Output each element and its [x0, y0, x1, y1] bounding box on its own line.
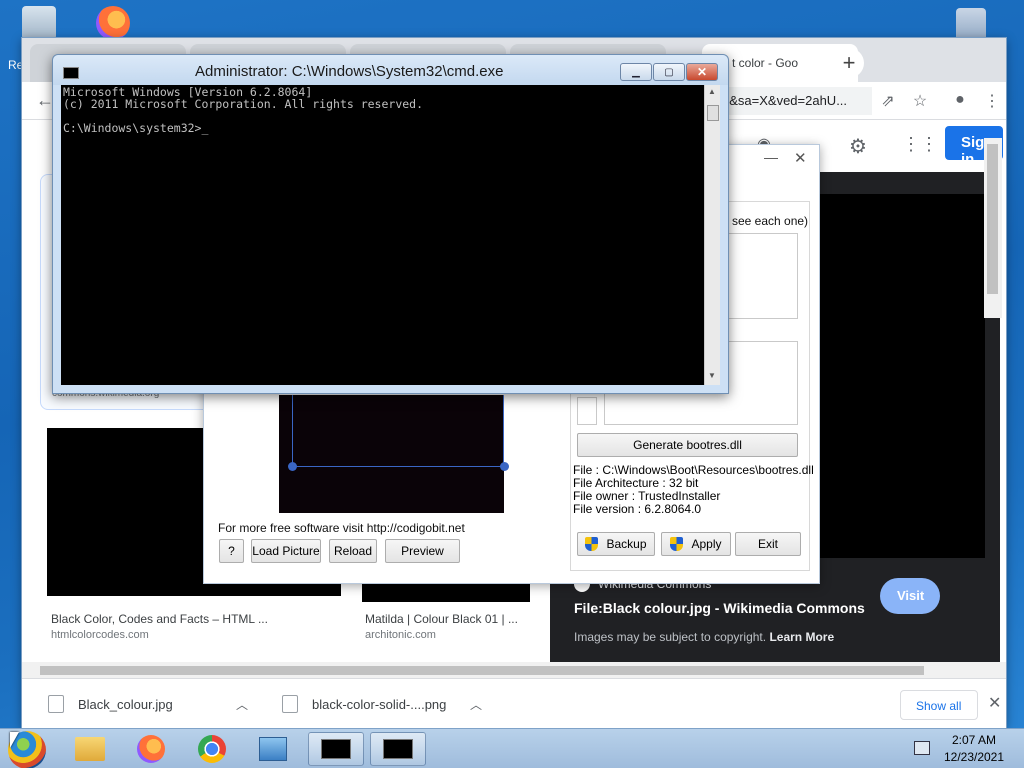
preview-title[interactable]: File:Black colour.jpg - Wikimedia Common…: [574, 600, 865, 616]
firefox-icon: [137, 735, 165, 763]
uac-shield-icon: [585, 537, 599, 551]
vertical-scroll-thumb[interactable]: [987, 144, 998, 294]
learn-more-link[interactable]: Learn More: [769, 630, 834, 644]
free-software-text: For more free software visit http://codi…: [218, 521, 465, 535]
control-panel-icon: [259, 737, 287, 761]
clock-time: 2:07 AM: [951, 733, 997, 747]
minimize-button[interactable]: ▁: [620, 63, 652, 81]
file-owner-text: File owner : TrustedInstaller: [573, 489, 721, 503]
result-site: htmlcolorcodes.com: [51, 629, 149, 641]
close-icon[interactable]: ✕: [794, 149, 807, 167]
desktop-file-icon[interactable]: [956, 8, 986, 42]
mouse-cursor-icon: [10, 732, 19, 748]
chevron-up-icon[interactable]: ︿: [236, 696, 248, 713]
apply-label: Apply: [691, 537, 722, 551]
scroll-up-icon[interactable]: ▲: [708, 87, 716, 96]
taskbar-firefox[interactable]: [123, 732, 179, 766]
firefox-desktop-icon[interactable]: [96, 6, 130, 40]
download-name: black-color-solid-....png: [312, 696, 447, 712]
file-version-text: File version : 6.2.8064.0: [573, 502, 702, 516]
download-bar: Black_colour.jpg ︿ black-color-solid-...…: [22, 678, 1006, 728]
horizontal-scroll-thumb[interactable]: [40, 666, 924, 675]
file-architecture-text: File Architecture : 32 bit: [573, 476, 699, 490]
selection-handle[interactable]: [500, 462, 509, 471]
scroll-down-icon[interactable]: ▼: [708, 371, 716, 380]
copyright-text: Images may be subject to copyright.: [574, 630, 767, 644]
app-window-icon: [321, 739, 351, 759]
cmd-window-title: Administrator: C:\Windows\System32\cmd.e…: [195, 63, 504, 80]
cmd-titlebar[interactable]: Administrator: C:\Windows\System32\cmd.e…: [53, 55, 728, 85]
cmd-window: Administrator: C:\Windows\System32\cmd.e…: [52, 54, 729, 394]
file-icon: [282, 695, 298, 713]
console-scroll-thumb[interactable]: [707, 105, 719, 121]
horizontal-scrollbar[interactable]: [22, 662, 1006, 678]
small-box[interactable]: [577, 397, 597, 425]
tab-active-title: t color - Goo: [732, 56, 799, 70]
result-title[interactable]: Black Color, Codes and Facts – HTML ...: [51, 612, 268, 626]
menu-dots-icon[interactable]: ⋮: [982, 91, 1002, 111]
taskbar-bootres-app[interactable]: [308, 732, 364, 766]
apply-button[interactable]: Apply: [661, 532, 731, 556]
console-text: Microsoft Windows [Version 6.2.8064] (c)…: [63, 85, 424, 135]
uac-shield-icon: [670, 537, 684, 551]
result-title[interactable]: Matilda | Colour Black 01 | ...: [365, 612, 518, 626]
address-bar[interactable]: n&sa=X&ved=2ahU...: [712, 87, 872, 115]
download-name: Black_colour.jpg: [78, 696, 173, 712]
taskbar: 2:07 AM 12/23/2021: [0, 728, 1024, 768]
maximize-button[interactable]: ▢: [653, 63, 685, 81]
copyright-notice: Images may be subject to copyright. Lear…: [574, 630, 834, 644]
file-path-text: File : C:\Windows\Boot\Resources\bootres…: [573, 463, 814, 477]
cmd-taskbar-icon: [383, 739, 413, 759]
selection-handle[interactable]: [288, 462, 297, 471]
show-all-button[interactable]: Show all: [900, 690, 978, 720]
cmd-icon: [63, 67, 79, 79]
recycle-bin-icon[interactable]: [22, 6, 56, 40]
load-picture-button[interactable]: Load Picture: [251, 539, 321, 563]
download-item[interactable]: black-color-solid-....png ︿: [282, 679, 482, 729]
taskbar-explorer[interactable]: [62, 732, 118, 766]
hint-text: see each one): [732, 214, 809, 228]
apps-grid-icon[interactable]: ⋮⋮: [902, 134, 938, 155]
console-output[interactable]: Microsoft Windows [Version 6.2.8064] (c)…: [61, 85, 704, 385]
taskbar-cmd[interactable]: [370, 732, 426, 766]
vertical-scrollbar[interactable]: [984, 138, 1002, 318]
backup-label: Backup: [606, 537, 647, 551]
minimize-icon[interactable]: —: [764, 149, 778, 165]
image-file-icon: [48, 695, 64, 713]
close-button[interactable]: ✕: [686, 63, 718, 81]
folder-icon: [75, 737, 105, 761]
help-button[interactable]: ?: [219, 539, 244, 563]
settings-gear-icon[interactable]: ⚙: [848, 134, 868, 159]
reload-button[interactable]: Reload: [329, 539, 377, 563]
share-icon[interactable]: ⇗: [878, 91, 898, 111]
download-item[interactable]: Black_colour.jpg ︿: [48, 679, 248, 729]
result-site: architonic.com: [365, 629, 436, 641]
taskbar-control-panel[interactable]: [245, 732, 301, 766]
exit-button[interactable]: Exit: [735, 532, 801, 556]
generate-bootres-button[interactable]: Generate bootres.dll: [577, 433, 798, 457]
system-clock[interactable]: 2:07 AM 12/23/2021: [940, 732, 1008, 766]
visit-button[interactable]: Visit: [880, 578, 940, 614]
console-scrollbar[interactable]: ▲ ▼: [704, 85, 720, 385]
network-icon[interactable]: [914, 741, 930, 755]
close-icon[interactable]: ✕: [988, 693, 1001, 713]
clock-date: 12/23/2021: [943, 750, 1005, 764]
taskbar-chrome[interactable]: [184, 732, 240, 766]
new-tab-button[interactable]: +: [834, 48, 864, 78]
bookmark-star-icon[interactable]: ☆: [910, 91, 930, 111]
profile-icon[interactable]: ●: [950, 91, 970, 109]
chevron-up-icon[interactable]: ︿: [470, 696, 482, 713]
selection-rectangle[interactable]: [292, 395, 504, 467]
preview-image[interactable]: [800, 194, 985, 558]
chrome-icon: [198, 735, 226, 763]
preview-button[interactable]: Preview: [385, 539, 460, 563]
backup-button[interactable]: Backup: [577, 532, 655, 556]
